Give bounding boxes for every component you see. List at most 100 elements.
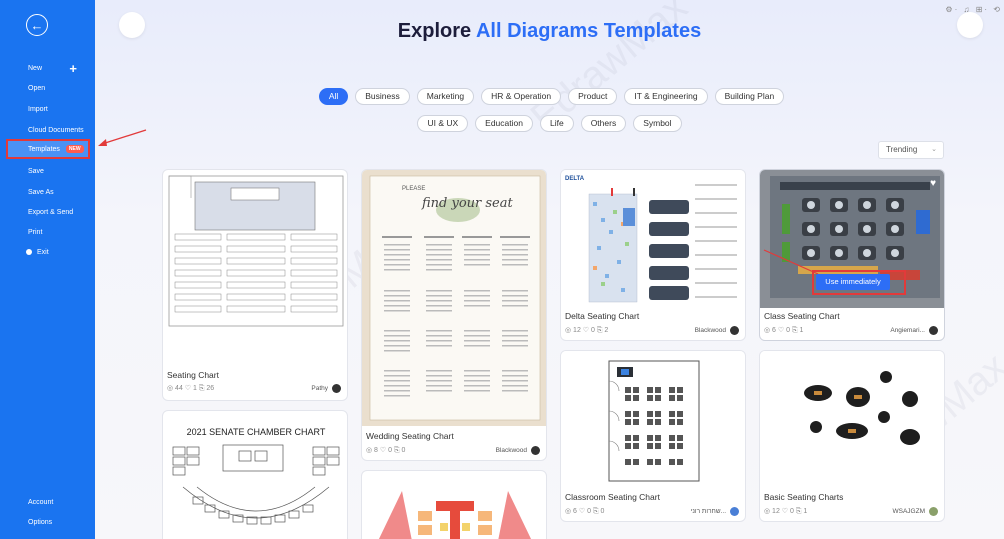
thumbnail-script: find your seat [422,196,513,211]
sidebar-item-account[interactable]: Account [0,492,95,512]
sidebar-item-label: Export & Send [28,208,74,216]
author-name: שחרות רוני... [690,508,726,515]
page-title-accent: All Diagrams Templates [475,20,702,42]
sidebar-item-label: Print [28,228,43,236]
author-name: Pathy [311,385,328,392]
template-card-wedding-seating[interactable]: PLEASE find your seat Wedding Seating Ch… [361,169,547,461]
card-stats: ◎ 44 ♡ 1 ⎘ 26 [167,385,215,392]
page-title: Explore All Diagrams Templates [95,20,1004,43]
thumbnail-please: PLEASE [402,186,426,192]
card-author: Blackwood [695,326,739,335]
sidebar-item-new[interactable]: New + [0,58,95,78]
filter-education[interactable]: Education [475,115,533,132]
card-title: Wedding Seating Chart [366,431,454,441]
card-title: Basic Seating Charts [764,492,844,502]
card-author: Pathy [311,384,341,393]
template-card-senate-chamber[interactable]: 2021 SENATE CHAMBER CHART [162,410,348,539]
page-title-plain: Explore [397,20,476,42]
colored-seating-thumbnail [378,491,532,539]
avatar [730,507,739,516]
card-title: Delta Seating Chart [565,311,640,321]
classroom-chart-thumbnail [561,351,745,489]
sidebar-item-save[interactable]: Save [0,161,95,181]
basic-chart-thumbnail [760,351,944,489]
template-gallery: EdrawMax EdrawMax EdrawMax ⚙· ♫ ⊞· ⟲ Exp… [95,0,1004,539]
sidebar-item-cloud-documents[interactable]: Cloud Documents [0,120,95,140]
sidebar-item-exit[interactable]: Exit [0,242,95,262]
exit-icon [26,249,32,255]
back-arrow-icon[interactable]: ← [26,14,48,36]
card-stats: ◎ 6 ♡ 0 ⎘ 1 [764,327,804,334]
card-stats: ◎ 6 ♡ 0 ⎘ 0 [565,508,605,515]
avatar [531,446,540,455]
sidebar-item-label: Exit [37,248,49,256]
sidebar-item-export-send[interactable]: Export & Send [0,202,95,222]
card-title: Class Seating Chart [764,311,840,321]
filter-building-plan[interactable]: Building Plan [714,88,785,105]
card-stats: ◎ 12 ♡ 0 ⎘ 1 [764,508,808,515]
card-title: Classroom Seating Chart [565,492,660,502]
filter-others[interactable]: Others [580,115,627,132]
template-card-seating-chart[interactable]: Seating Chart ◎ 44 ♡ 1 ⎘ 26 Pathy [162,169,348,401]
author-name: Blackwood [694,327,726,334]
senate-chart-thumbnail [172,444,340,525]
sort-dropdown[interactable]: Trending ⌄ [878,141,944,159]
card-stats: ◎ 12 ♡ 0 ⎘ 2 [565,327,609,334]
template-card-class-seating[interactable]: ♥ Use immediately Class Seating Chart ◎ … [759,169,945,341]
filter-hr-operation[interactable]: HR & Operation [481,88,562,105]
sidebar-item-templates[interactable]: Templates NEW [6,139,90,159]
filter-product[interactable]: Product [568,88,618,105]
author-name: Angiemari... [890,327,925,334]
chevron-down-icon: ⌄ [931,146,937,153]
sidebar-item-options[interactable]: Options [0,512,95,532]
card-author: WSAJGZM [892,507,938,516]
sidebar-item-label: Save [28,167,44,175]
sidebar-item-print[interactable]: Print [0,222,95,242]
avatar [332,384,341,393]
avatar [929,507,938,516]
avatar [929,326,938,335]
author-name: Blackwood [495,447,527,454]
new-badge: NEW [65,145,84,153]
plus-icon: + [69,60,77,76]
card-stats: ◎ 8 ♡ 0 ⎘ 0 [366,447,406,454]
filter-all[interactable]: All [318,88,349,105]
sidebar-item-label: Save As [28,188,54,196]
category-filters: All Business Marketing HR & Operation Pr… [95,88,1004,105]
template-card-delta-seating[interactable]: DELTA Delta Seating Chart ◎ 12 ♡ 0 ⎘ 2 B… [560,169,746,341]
category-filters-row2: UI & UX Education Life Others Symbol [95,115,1004,132]
thumbnail-label: DELTA [565,176,585,182]
sidebar: ← New + Open Import Cloud Documents Temp… [0,0,95,539]
author-name: WSAJGZM [892,508,926,515]
filter-symbol[interactable]: Symbol [633,115,682,132]
sidebar-item-open[interactable]: Open [0,78,95,98]
filter-ui-ux[interactable]: UI & UX [417,115,469,132]
heart-icon[interactable]: ♥ [930,178,936,189]
sidebar-item-label: Account [28,498,54,506]
sidebar-item-label: Templates [28,145,60,153]
sidebar-item-label: Cloud Documents [28,126,84,134]
sidebar-item-import[interactable]: Import [0,99,95,119]
sidebar-item-save-as[interactable]: Save As [0,182,95,202]
card-author: שחרות רוני... [691,507,739,516]
filter-business[interactable]: Business [355,88,410,105]
template-card-classroom-seating[interactable]: Classroom Seating Chart ◎ 6 ♡ 0 ⎘ 0 שחרו… [560,350,746,522]
filter-life[interactable]: Life [539,115,574,132]
filter-it-engineering[interactable]: IT & Engineering [624,88,708,105]
filter-marketing[interactable]: Marketing [416,88,475,105]
avatar [730,326,739,335]
sort-value: Trending [886,145,918,154]
card-author: Angiemari... [890,326,938,335]
seating-chart-thumbnail [168,175,344,327]
delta-chart-thumbnail [561,170,745,308]
template-card-basic-seating[interactable]: Basic Seating Charts ◎ 12 ♡ 0 ⎘ 1 WSAJGZ… [759,350,945,522]
sidebar-item-label: New [28,64,43,72]
template-card-partial[interactable] [361,470,547,539]
card-author: Blackwood [496,446,540,455]
sidebar-item-label: Open [28,84,46,92]
use-immediately-button[interactable]: Use immediately [816,274,890,290]
sidebar-item-label: Import [28,105,48,113]
card-title: Seating Chart [167,370,219,380]
toolbar-icons[interactable]: ⚙· ♫ ⊞· ⟲ [945,5,1002,14]
sidebar-item-label: Options [28,518,53,526]
